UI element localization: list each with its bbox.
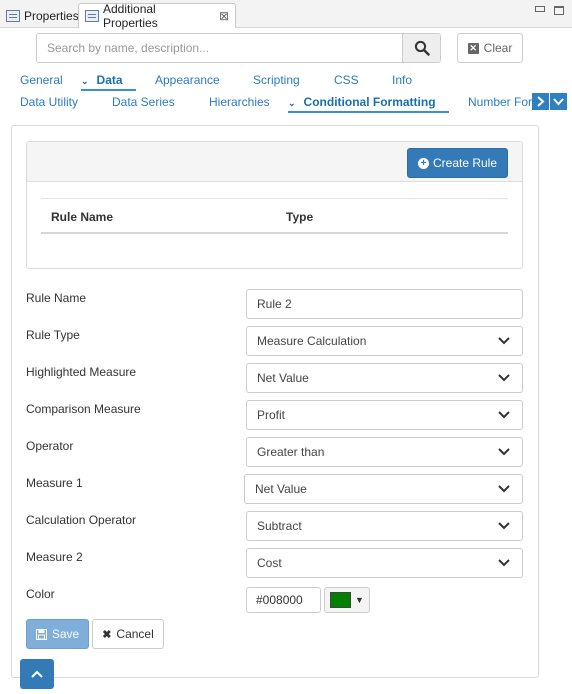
rule-type-select[interactable]: Measure Calculation <box>246 326 523 356</box>
cancel-label: Cancel <box>116 627 154 641</box>
search-box <box>36 33 441 63</box>
tab-properties[interactable]: Properties <box>0 3 79 28</box>
properties-view-icon <box>6 9 20 22</box>
rule-type-value: Measure Calculation <box>257 334 367 348</box>
tab-properties-label: Properties <box>24 8 79 23</box>
additional-properties-view-icon <box>85 10 99 22</box>
measure1-value: Net Value <box>255 482 307 496</box>
clear-button-label: Clear <box>483 41 513 55</box>
measure1-label: Measure 1 <box>26 476 83 490</box>
chevron-down-icon <box>498 411 510 419</box>
search-button[interactable] <box>402 34 440 62</box>
search-input[interactable] <box>37 34 402 62</box>
chevron-down-icon <box>498 337 510 345</box>
scroll-to-top-button[interactable] <box>20 659 54 689</box>
chevron-down-icon: ⌄ <box>288 98 296 108</box>
column-type: Type <box>286 210 314 224</box>
search-icon <box>414 40 430 56</box>
close-tab-icon[interactable]: ⊠ <box>219 9 229 23</box>
save-label: Save <box>51 627 80 641</box>
tab-data-series[interactable]: Data Series <box>112 95 175 109</box>
tab-data[interactable]: ⌄ Data <box>81 73 123 87</box>
tab-css[interactable]: CSS <box>334 73 359 87</box>
comparison-measure-value: Profit <box>257 408 286 422</box>
save-button[interactable]: Save <box>26 619 89 649</box>
plus-circle-icon: + <box>417 157 429 169</box>
calculation-operator-label: Calculation Operator <box>26 513 137 527</box>
rule-name-label: Rule Name <box>26 291 87 305</box>
rules-table-header: Rule Name Type <box>41 198 508 234</box>
column-rule-name: Rule Name <box>51 210 114 224</box>
rules-header: + Create Rule <box>27 142 522 182</box>
clear-icon: ✕ <box>467 42 479 54</box>
chevron-down-icon <box>498 559 510 567</box>
tab-info[interactable]: Info <box>392 73 412 87</box>
rule-name-value: Rule 2 <box>257 297 292 311</box>
tab-additional-properties-label: Additional Properties <box>103 2 158 30</box>
measure2-select[interactable]: Cost <box>246 548 523 578</box>
calculation-operator-value: Subtract <box>257 519 302 533</box>
calculation-operator-select[interactable]: Subtract <box>246 511 523 541</box>
rule-name-field[interactable]: Rule 2 <box>246 289 523 319</box>
chevron-down-icon <box>498 485 510 493</box>
caret-down-icon: ▼ <box>355 595 364 605</box>
tab-hierarchies[interactable]: Hierarchies <box>209 95 270 109</box>
color-label: Color <box>26 587 55 601</box>
comparison-measure-label: Comparison Measure <box>26 402 141 416</box>
highlighted-measure-select[interactable]: Net Value <box>246 363 523 393</box>
tab-data-label: Data <box>96 73 123 87</box>
rule-type-label: Rule Type <box>26 328 80 342</box>
tab-data-utility[interactable]: Data Utility <box>20 95 78 109</box>
tab-additional-properties[interactable]: Additional Properties ⊠ <box>78 2 236 30</box>
operator-value: Greater than <box>257 445 325 459</box>
save-icon <box>35 628 47 640</box>
operator-select[interactable]: Greater than <box>246 437 523 467</box>
chevron-right-icon <box>537 96 545 107</box>
chevron-down-icon: ⌄ <box>81 76 89 86</box>
comparison-measure-select[interactable]: Profit <box>246 400 523 430</box>
highlighted-measure-value: Net Value <box>257 371 309 385</box>
chevron-up-icon <box>31 670 43 678</box>
operator-label: Operator <box>26 439 74 453</box>
chevron-down-icon <box>498 448 510 456</box>
chevron-down-icon <box>553 98 564 106</box>
color-hex-field[interactable]: #008000 <box>246 587 321 613</box>
tab-conditional-formatting[interactable]: ⌄ Conditional Formatting <box>288 95 436 109</box>
measure1-select[interactable]: Net Value <box>244 474 523 504</box>
rules-box: + Create Rule Rule Name Type <box>26 141 523 269</box>
minimize-icon[interactable] <box>535 6 545 12</box>
chevron-down-icon <box>498 522 510 530</box>
maximize-icon[interactable] <box>554 6 564 15</box>
highlighted-measure-label: Highlighted Measure <box>26 365 137 379</box>
tabs-dropdown-button[interactable] <box>550 93 567 110</box>
create-rule-button[interactable]: + Create Rule <box>407 148 508 178</box>
chevron-down-icon <box>498 374 510 382</box>
color-hex-value: #008000 <box>256 593 303 607</box>
tab-number-format[interactable]: Number For <box>468 95 532 109</box>
color-picker-button[interactable]: ▼ <box>324 587 370 613</box>
tab-conditional-formatting-label: Conditional Formatting <box>303 95 436 109</box>
measure2-value: Cost <box>257 556 282 570</box>
view-tab-bar: Properties Additional Properties ⊠ <box>0 0 572 30</box>
measure2-label: Measure 2 <box>26 550 83 564</box>
cancel-button[interactable]: ✖ Cancel <box>92 619 164 649</box>
create-rule-label: Create Rule <box>432 156 498 170</box>
close-icon: ✖ <box>102 628 112 641</box>
tab-conditional-formatting-underline <box>288 111 449 113</box>
tab-scripting[interactable]: Scripting <box>253 73 300 87</box>
tab-data-underline <box>81 89 136 91</box>
scroll-tabs-right-button[interactable] <box>532 93 549 110</box>
clear-button[interactable]: ✕ Clear <box>457 33 523 63</box>
color-swatch <box>330 592 352 608</box>
tab-appearance[interactable]: Appearance <box>155 73 220 87</box>
tab-general[interactable]: General <box>20 73 63 87</box>
